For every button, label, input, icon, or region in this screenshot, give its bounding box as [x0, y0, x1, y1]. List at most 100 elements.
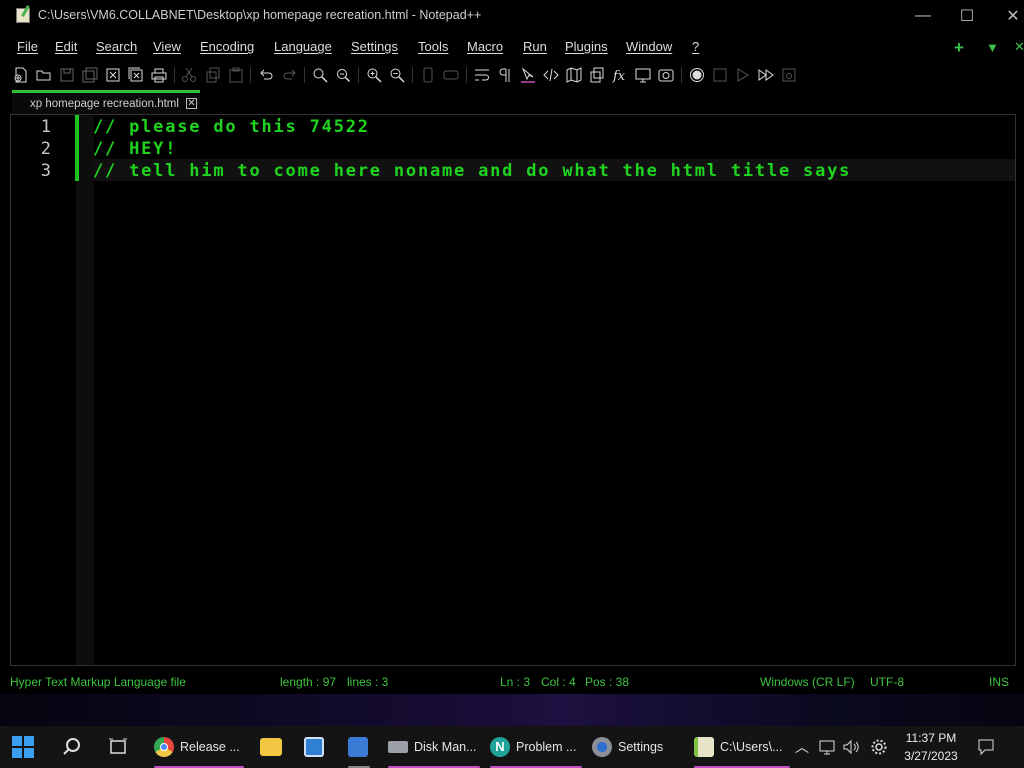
doc-map-icon[interactable]: [564, 65, 583, 84]
show-all-chars-icon[interactable]: [495, 65, 514, 84]
tab-close-icon[interactable]: ✕: [186, 98, 197, 109]
settings-tray-button[interactable]: [870, 726, 888, 768]
taskbar-app-network[interactable]: [348, 726, 374, 768]
editor-area[interactable]: 1 2 3 // please do this 74522 // HEY! //…: [10, 114, 1016, 666]
taskbar-settings[interactable]: Settings: [592, 726, 684, 768]
print-icon[interactable]: [149, 65, 168, 84]
taskbar-label: Problem ...: [516, 740, 577, 754]
change-history-bar: [75, 115, 79, 181]
notepadpp-app-icon[interactable]: [16, 8, 30, 23]
new-tab-plus-icon[interactable]: +: [954, 38, 964, 58]
task-view-icon: [109, 738, 127, 754]
taskbar-notepadpp[interactable]: C:\Users\...: [694, 726, 790, 768]
status-lines: lines : 3: [347, 675, 389, 689]
function-list-icon[interactable]: fx: [610, 65, 629, 84]
network-icon-button[interactable]: [818, 726, 836, 768]
close-icon[interactable]: [103, 65, 122, 84]
tab-label: xp homepage recreation.html: [30, 98, 179, 110]
show-hidden-icons-button[interactable]: ︿: [795, 726, 809, 768]
menu-window[interactable]: Window: [626, 39, 672, 54]
copy-icon[interactable]: [203, 65, 222, 84]
line-number: 3: [40, 161, 51, 181]
close-doc-icon[interactable]: ✕: [1014, 39, 1024, 55]
doc-list-icon[interactable]: [587, 65, 606, 84]
zoom-out-icon[interactable]: [387, 65, 406, 84]
redo-icon[interactable]: [280, 65, 299, 84]
app-network-icon: [348, 737, 368, 757]
code-line[interactable]: // HEY!: [93, 139, 177, 159]
status-eol-format[interactable]: Windows (CR LF): [760, 675, 855, 689]
window-title: C:\Users\VM6.COLLABNET\Desktop\xp homepa…: [38, 8, 482, 22]
save-macro-icon[interactable]: [779, 65, 798, 84]
paste-icon[interactable]: [226, 65, 245, 84]
menu-plugins[interactable]: Plugins: [565, 39, 608, 54]
menu-help[interactable]: ?: [692, 39, 699, 54]
title-bar[interactable]: C:\Users\VM6.COLLABNET\Desktop\xp homepa…: [0, 0, 1024, 32]
indent-guide-icon[interactable]: [518, 65, 537, 84]
minimize-button[interactable]: —: [900, 0, 946, 32]
status-insert-mode[interactable]: INS: [989, 675, 1009, 689]
menu-macro[interactable]: Macro: [467, 39, 503, 54]
sync-vertical-icon[interactable]: [418, 65, 437, 84]
record-macro-icon[interactable]: [687, 65, 706, 84]
udl-icon[interactable]: [541, 65, 560, 84]
status-bar: Hyper Text Markup Language file length :…: [0, 672, 1024, 692]
taskbar-chrome[interactable]: Release ...: [154, 726, 244, 768]
new-file-icon[interactable]: [11, 65, 30, 84]
playback-icon[interactable]: [733, 65, 752, 84]
notifications-button[interactable]: [977, 726, 995, 768]
taskbar-label: C:\Users\...: [720, 740, 783, 754]
taskbar-app-window[interactable]: [304, 726, 330, 768]
sync-horizontal-icon[interactable]: [441, 65, 460, 84]
taskbar-file-explorer[interactable]: [260, 726, 288, 768]
close-window-button[interactable]: ✕: [990, 0, 1024, 32]
code-line[interactable]: // please do this 74522: [93, 117, 370, 137]
menu-edit[interactable]: Edit: [55, 39, 77, 54]
open-file-icon[interactable]: [34, 65, 53, 84]
volume-icon-button[interactable]: [842, 726, 860, 768]
search-button[interactable]: [62, 726, 82, 768]
chevron-up-icon: ︿: [795, 739, 809, 755]
menu-view[interactable]: View: [153, 39, 181, 54]
cut-icon[interactable]: [179, 65, 198, 84]
monitoring-icon[interactable]: [656, 65, 675, 84]
undo-icon[interactable]: [256, 65, 275, 84]
zoom-in-icon[interactable]: [364, 65, 383, 84]
menu-encoding[interactable]: Encoding: [200, 39, 254, 54]
line-number: 1: [40, 117, 51, 137]
start-button[interactable]: [12, 726, 34, 768]
replace-icon[interactable]: [333, 65, 352, 84]
menu-language[interactable]: Language: [274, 39, 332, 54]
notepadpp-icon: [694, 737, 714, 757]
windows-start-icon: [12, 736, 34, 758]
run-macro-multiple-icon[interactable]: [756, 65, 775, 84]
taskbar: Release ... Disk Man... N Problem ... Se…: [0, 726, 1024, 768]
tab-xp-homepage-recreation[interactable]: xp homepage recreation.html ✕: [12, 90, 200, 114]
menu-file[interactable]: File: [17, 39, 38, 54]
maximize-button[interactable]: ☐: [944, 0, 990, 32]
status-column: Col : 4: [541, 675, 576, 689]
menu-run[interactable]: Run: [523, 39, 547, 54]
desktop-wallpaper: [0, 694, 1024, 726]
menu-search[interactable]: Search: [96, 39, 137, 54]
taskbar-problem-steps[interactable]: N Problem ...: [490, 726, 582, 768]
clock-time[interactable]: 11:37 PM: [904, 731, 958, 745]
network-icon: [819, 740, 835, 755]
taskbar-disk-management[interactable]: Disk Man...: [388, 726, 480, 768]
task-view-button[interactable]: [108, 726, 128, 768]
save-all-icon[interactable]: [80, 65, 99, 84]
clock-date[interactable]: 3/27/2023: [900, 749, 962, 763]
menu-settings[interactable]: Settings: [351, 39, 398, 54]
status-encoding[interactable]: UTF-8: [870, 675, 904, 689]
notification-icon: [978, 739, 994, 756]
find-icon[interactable]: [310, 65, 329, 84]
stop-record-icon[interactable]: [710, 65, 729, 84]
word-wrap-icon[interactable]: [472, 65, 491, 84]
tab-list-dropdown-icon[interactable]: ▼: [986, 40, 999, 55]
fold-margin[interactable]: [76, 115, 94, 665]
menu-tools[interactable]: Tools: [418, 39, 448, 54]
code-line[interactable]: // tell him to come here noname and do w…: [93, 161, 851, 181]
close-all-icon[interactable]: [126, 65, 145, 84]
folder-workspace-icon[interactable]: [633, 65, 652, 84]
save-icon[interactable]: [57, 65, 76, 84]
